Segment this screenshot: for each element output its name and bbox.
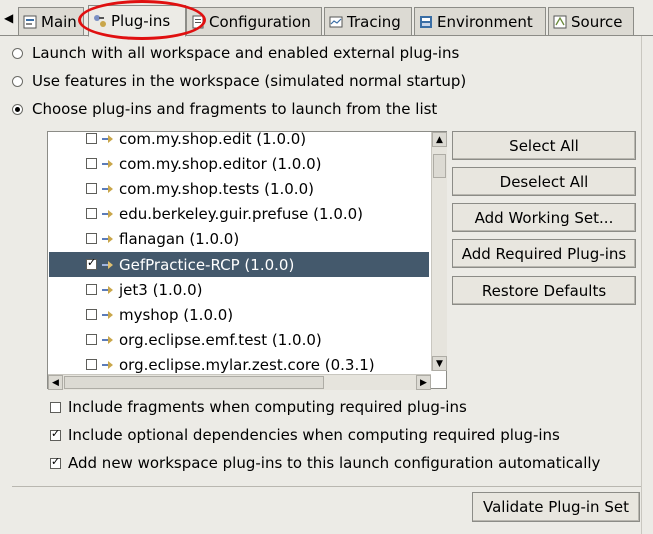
separator (12, 486, 641, 487)
scroll-right-icon[interactable]: ▶ (416, 375, 431, 390)
tab-plugins[interactable]: Plug-ins (88, 5, 186, 37)
tab-strip: ◀ Main Plug-ins Configuration Tracing En… (0, 0, 653, 40)
plugin-label: GefPractice-RCP (1.0.0) (119, 255, 295, 274)
vertical-scroll-thumb[interactable] (433, 154, 446, 178)
tree-row[interactable]: com.my.shop.editor (1.0.0) (49, 151, 429, 176)
add-required-plugins-button[interactable]: Add Required Plug-ins (452, 239, 636, 268)
radio-label: Choose plug-ins and fragments to launch … (32, 100, 438, 118)
plugin-label: com.my.shop.edit (1.0.0) (119, 131, 307, 148)
tree-row[interactable]: myshop (1.0.0) (49, 302, 429, 327)
option-include-optional[interactable]: Include optional dependencies when compu… (50, 424, 560, 446)
option-label: Add new workspace plug-ins to this launc… (68, 454, 601, 472)
tab-label: Plug-ins (111, 12, 171, 30)
plugin-checkbox[interactable] (86, 284, 97, 295)
radio-label: Use features in the workspace (simulated… (32, 72, 467, 90)
radio-label: Launch with all workspace and enabled ex… (32, 44, 460, 62)
tree-row[interactable]: com.my.shop.tests (1.0.0) (49, 176, 429, 201)
tab-label: Environment (437, 12, 533, 31)
option-label: Include fragments when computing require… (68, 398, 467, 416)
vertical-scrollbar[interactable]: ▲ ▼ (431, 132, 447, 371)
plugin-icon (102, 285, 113, 294)
validate-plugin-set-button[interactable]: Validate Plug-in Set (472, 492, 640, 522)
option-add-new-workspace[interactable]: Add new workspace plug-ins to this launc… (50, 452, 600, 474)
tab-environment[interactable]: Environment (414, 7, 546, 35)
launch-option-choose[interactable]: Choose plug-ins and fragments to launch … (12, 98, 437, 120)
plugin-label: com.my.shop.editor (1.0.0) (119, 154, 322, 173)
plugin-icon (102, 234, 113, 243)
main-tab-icon (23, 15, 37, 28)
plugin-icon (102, 360, 113, 369)
plugin-checkbox[interactable] (86, 334, 97, 345)
plugin-icon (102, 310, 113, 319)
frame-border (641, 36, 642, 534)
scroll-left-icon[interactable]: ◀ (48, 375, 63, 390)
plugin-icon (102, 209, 113, 218)
tracing-tab-icon (329, 16, 343, 27)
plugin-label: com.my.shop.tests (1.0.0) (119, 179, 314, 198)
scroll-up-icon[interactable]: ▲ (432, 132, 447, 147)
plugin-checkbox[interactable] (86, 158, 97, 169)
plugin-label: org.eclipse.emf.test (1.0.0) (119, 330, 322, 349)
plugin-checkbox[interactable] (86, 208, 97, 219)
scroll-down-icon[interactable]: ▼ (432, 356, 447, 371)
add-working-set-button[interactable]: Add Working Set... (452, 203, 636, 232)
horizontal-scroll-thumb[interactable] (64, 376, 324, 389)
option-label: Include optional dependencies when compu… (68, 426, 560, 444)
select-all-button[interactable]: Select All (452, 131, 636, 160)
plugin-checkbox[interactable] (86, 309, 97, 320)
horizontal-scrollbar[interactable]: ◀ ▶ (48, 374, 431, 390)
tab-source[interactable]: Source (548, 7, 634, 35)
radio-button[interactable] (12, 47, 23, 59)
option-include-fragments[interactable]: Include fragments when computing require… (50, 396, 467, 418)
option-checkbox[interactable] (50, 401, 61, 413)
plugin-checkbox[interactable] (86, 359, 97, 370)
option-checkbox[interactable] (50, 427, 61, 441)
tree-row[interactable]: jet3 (1.0.0) (49, 277, 429, 302)
plugin-icon (102, 335, 113, 344)
plugin-icon (102, 184, 113, 193)
launch-option-features[interactable]: Use features in the workspace (simulated… (12, 70, 466, 92)
deselect-all-button[interactable]: Deselect All (452, 167, 636, 196)
plugins-tab-icon (94, 15, 106, 27)
plugin-label: flanagan (1.0.0) (119, 229, 240, 248)
plugin-icon (102, 134, 113, 143)
plugin-icon (102, 260, 113, 269)
tab-label: Tracing (347, 12, 401, 31)
plugin-label: jet3 (1.0.0) (119, 280, 203, 299)
tab-configuration[interactable]: Configuration (186, 7, 322, 35)
restore-defaults-button[interactable]: Restore Defaults (452, 276, 636, 305)
option-checkbox[interactable] (50, 455, 61, 469)
plugin-label: edu.berkeley.guir.prefuse (1.0.0) (119, 204, 364, 223)
plugin-icon (102, 159, 113, 168)
plugin-checkbox[interactable] (86, 233, 97, 244)
tab-tracing[interactable]: Tracing (324, 7, 412, 35)
radio-button[interactable] (12, 75, 23, 87)
plugin-label: org.eclipse.mylar.zest.core (0.3.1) (119, 355, 375, 374)
tree-row[interactable]: flanagan (1.0.0) (49, 226, 429, 251)
source-tab-icon (553, 15, 567, 28)
tree-row-selected[interactable]: GefPractice-RCP (1.0.0) (49, 252, 429, 277)
radio-button[interactable] (12, 103, 23, 115)
launch-option-all[interactable]: Launch with all workspace and enabled ex… (12, 42, 459, 64)
plugin-checkbox[interactable] (86, 183, 97, 194)
plugin-checkbox[interactable] (86, 133, 97, 144)
plugin-checkbox[interactable] (86, 256, 97, 270)
tree-row[interactable]: edu.berkeley.guir.prefuse (1.0.0) (49, 201, 429, 226)
plugin-label: myshop (1.0.0) (119, 305, 234, 324)
tab-scroll-left-icon[interactable]: ◀ (4, 10, 14, 26)
plugin-tree[interactable]: com.my.shop.edit (1.0.0) com.my.shop.edi… (47, 131, 447, 389)
tree-row[interactable]: org.eclipse.emf.test (1.0.0) (49, 327, 429, 352)
environment-tab-icon (420, 15, 432, 28)
tree-row[interactable]: com.my.shop.edit (1.0.0) (49, 131, 429, 151)
tab-label: Main (41, 12, 77, 31)
tab-main[interactable]: Main (18, 7, 84, 35)
tab-label: Source (571, 12, 623, 31)
configuration-tab-icon (192, 15, 204, 28)
tab-label: Configuration (209, 12, 311, 31)
